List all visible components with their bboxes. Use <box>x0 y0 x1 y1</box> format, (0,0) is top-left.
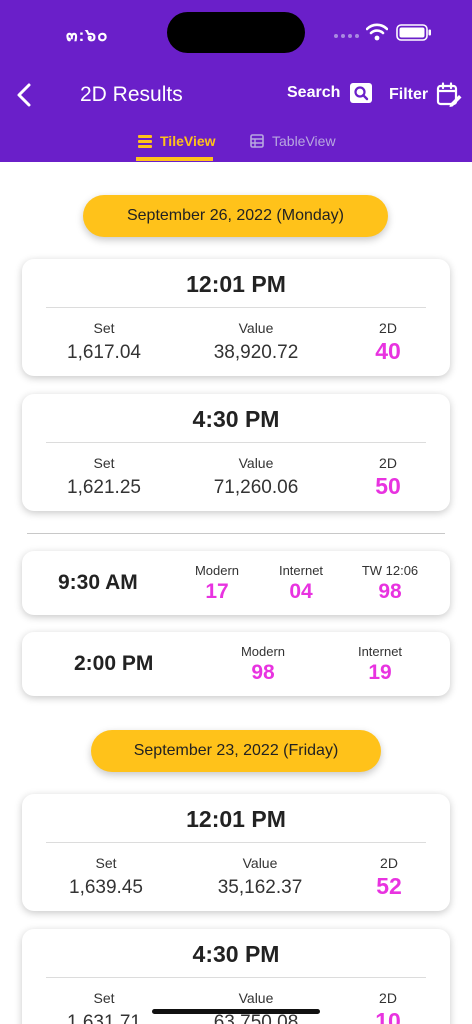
extra-value: 98 <box>251 661 275 684</box>
set-column: Set 1,617.04 <box>56 320 152 364</box>
status-time: ๓:๖๐ <box>66 26 109 45</box>
active-tab-indicator <box>136 157 213 161</box>
value-label: Value <box>238 455 274 471</box>
twod-value: 10 <box>375 1008 401 1024</box>
twod-value: 52 <box>376 873 402 899</box>
twod-column: 2D 50 <box>358 455 418 500</box>
result-card: 12:01 PM Set 1,617.04 Value 38,920.72 2D… <box>22 259 450 376</box>
extra-result-card: 2:00 PM Modern 98 Internet 19 <box>22 632 450 696</box>
twod-label: 2D <box>380 855 398 871</box>
date-pill: September 26, 2022 (Monday) <box>83 195 388 237</box>
list-icon <box>138 134 152 148</box>
set-column: Set 1,631.71 <box>56 990 152 1024</box>
card-divider <box>46 442 426 443</box>
extra-column: Modern 98 <box>228 644 298 685</box>
set-value: 1,621.25 <box>67 477 141 498</box>
twod-column: 2D 10 <box>358 990 418 1024</box>
tab-tableview-label: TableView <box>272 133 336 149</box>
twod-value: 40 <box>375 338 401 364</box>
value-label: Value <box>238 990 274 1006</box>
value-value: 71,260.06 <box>213 477 299 498</box>
page-title: 2D Results <box>80 83 183 106</box>
card-divider <box>46 842 426 843</box>
filter-label: Filter <box>389 86 429 103</box>
calendar-edit-icon <box>437 82 462 107</box>
twod-label: 2D <box>379 320 397 336</box>
tab-tileview-label: TileView <box>160 133 216 149</box>
value-label: Value <box>242 855 278 871</box>
extra-label: Modern <box>194 563 240 578</box>
table-icon <box>250 134 264 148</box>
extra-column: Internet 04 <box>266 563 336 604</box>
result-time: 12:01 PM <box>186 806 286 832</box>
extra-column: TW 12:06 98 <box>352 563 428 604</box>
twod-value: 50 <box>375 473 401 499</box>
extra-column: Modern 17 <box>182 563 252 604</box>
back-chevron-icon[interactable] <box>12 82 38 108</box>
card-divider <box>46 977 426 978</box>
set-column: Set 1,639.45 <box>58 855 154 899</box>
set-value: 1,639.45 <box>69 877 143 898</box>
cellular-signal-icon <box>334 34 359 38</box>
extra-label: Internet <box>357 644 403 659</box>
card-divider <box>46 307 426 308</box>
dynamic-island <box>167 12 305 53</box>
filter-button[interactable]: Filter <box>389 82 462 108</box>
home-indicator[interactable] <box>152 1009 320 1014</box>
extra-value: 98 <box>378 580 402 603</box>
extra-time: 9:30 AM <box>58 571 138 594</box>
value-value: 38,920.72 <box>213 342 299 363</box>
set-label: Set <box>93 320 115 336</box>
date-pill: September 23, 2022 (Friday) <box>91 730 381 772</box>
section-divider <box>27 533 445 534</box>
extra-value: 19 <box>368 661 392 684</box>
extra-label: Internet <box>278 563 324 578</box>
set-column: Set 1,621.25 <box>56 455 152 499</box>
extra-value: 04 <box>289 580 313 603</box>
search-button[interactable]: Search <box>287 83 373 103</box>
set-label: Set <box>95 855 117 871</box>
result-time: 4:30 PM <box>192 941 280 967</box>
value-column: Value 38,920.72 <box>191 320 321 364</box>
value-value: 35,162.37 <box>217 877 303 898</box>
value-column: Value 71,260.06 <box>191 455 321 499</box>
extra-label: Modern <box>240 644 286 659</box>
twod-column: 2D 52 <box>359 855 419 900</box>
extra-column: Internet 19 <box>345 644 415 685</box>
twod-label: 2D <box>379 455 397 471</box>
tab-tileview[interactable]: TileView <box>138 133 216 149</box>
app-header: ๓:๖๐ 2D Results Search Filter TileView T… <box>0 0 472 162</box>
extra-time: 2:00 PM <box>74 652 154 675</box>
result-card: 12:01 PM Set 1,639.45 Value 35,162.37 2D… <box>22 794 450 911</box>
extra-value: 17 <box>205 580 229 603</box>
search-label: Search <box>287 84 341 101</box>
set-label: Set <box>93 990 115 1006</box>
set-value: 1,631.71 <box>67 1012 141 1024</box>
tab-tableview[interactable]: TableView <box>250 133 336 149</box>
battery-icon <box>396 24 431 41</box>
twod-label: 2D <box>379 990 397 1006</box>
extra-label: TW 12:06 <box>361 563 419 578</box>
value-column: Value 35,162.37 <box>195 855 325 899</box>
value-column: Value 63,750.08 <box>191 990 321 1024</box>
set-label: Set <box>93 455 115 471</box>
twod-column: 2D 40 <box>358 320 418 365</box>
result-card: 4:30 PM Set 1,621.25 Value 71,260.06 2D … <box>22 394 450 511</box>
value-label: Value <box>238 320 274 336</box>
set-value: 1,617.04 <box>67 342 141 363</box>
wifi-icon <box>366 23 388 41</box>
search-icon <box>350 83 373 103</box>
result-time: 12:01 PM <box>186 271 286 297</box>
extra-result-card: 9:30 AM Modern 17 Internet 04 TW 12:06 9… <box>22 551 450 615</box>
result-time: 4:30 PM <box>192 406 280 432</box>
